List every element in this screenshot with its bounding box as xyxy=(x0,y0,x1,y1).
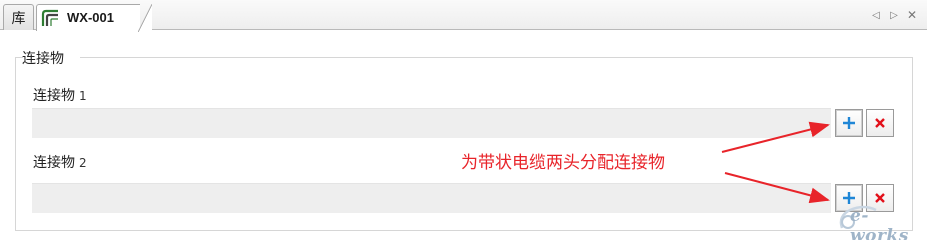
annotation-arrows xyxy=(721,121,830,204)
e-works-watermark-logo: e-works xyxy=(836,200,924,240)
arrow-to-add-2 xyxy=(724,172,830,204)
watermark-text: e-works xyxy=(850,206,909,240)
arrow-to-add-1 xyxy=(721,121,830,153)
